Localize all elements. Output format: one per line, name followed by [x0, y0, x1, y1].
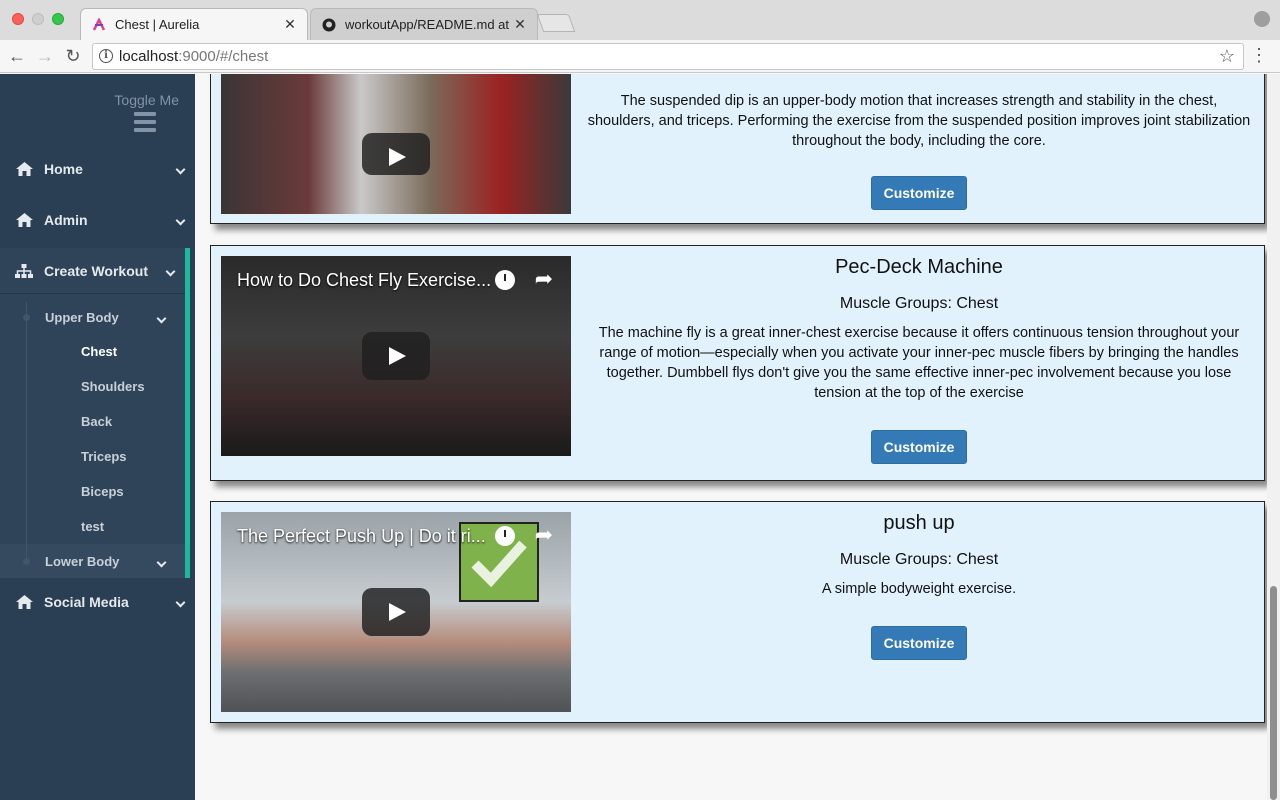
- chevron-down-icon: [156, 554, 167, 569]
- sidebar-subitem-shoulders[interactable]: Shoulders: [0, 369, 185, 404]
- exercise-video[interactable]: The Perfect Push Up | Do it ri... ➦: [221, 512, 571, 712]
- exercise-name: Pec-Deck Machine: [835, 256, 1003, 278]
- customize-button[interactable]: Customize: [870, 176, 968, 210]
- watch-later-icon[interactable]: [495, 526, 515, 546]
- video-title: The Perfect Push Up | Do it ri...: [237, 526, 486, 546]
- sidebar-subitem-triceps[interactable]: Triceps: [0, 439, 185, 474]
- sidebar-subitem-label: Shoulders: [81, 379, 145, 394]
- bookmark-star-icon[interactable]: ☆: [1219, 44, 1235, 69]
- exercise-content: push up Muscle Groups: Chest A simple bo…: [583, 502, 1255, 660]
- info-icon[interactable]: i: [99, 49, 113, 63]
- exercise-description: A simple bodyweight exercise.: [821, 581, 1017, 597]
- sidebar-item-label: Admin: [44, 212, 88, 228]
- sidebar-subitem-upper-body[interactable]: Upper Body: [0, 300, 185, 335]
- chevron-down-icon: [165, 595, 195, 609]
- exercise-description: The machine fly is a great inner-chest e…: [598, 325, 1240, 401]
- sidebar-item-home[interactable]: Home: [0, 144, 195, 194]
- exercise-video[interactable]: How to Do Chest Fly Exercise... ➦: [221, 256, 571, 456]
- exercise-video[interactable]: [221, 74, 571, 214]
- active-indicator-bar: [185, 248, 190, 578]
- close-tab-icon[interactable]: ✕: [513, 16, 527, 33]
- chevron-down-icon: [165, 213, 195, 227]
- muscle-groups: Muscle Groups: Chest: [839, 295, 999, 312]
- sidebar-item-label: Home: [44, 161, 83, 177]
- share-icon[interactable]: ➦: [535, 266, 553, 292]
- close-window-button[interactable]: [12, 13, 24, 25]
- back-arrow-icon[interactable]: ←: [6, 45, 28, 67]
- browser-tab-bar: Chest | Aurelia ✕ workoutApp/README.md a…: [0, 0, 1280, 40]
- tree-dot: [23, 314, 30, 321]
- watch-later-icon[interactable]: [495, 270, 515, 290]
- exercise-name: push up: [883, 512, 955, 534]
- sidebar-subitem-label: Lower Body: [45, 554, 120, 569]
- sidebar-subitem-label: Upper Body: [45, 310, 119, 325]
- sidebar-subitem-label: Triceps: [81, 449, 127, 464]
- sidebar-item-admin[interactable]: Admin: [0, 195, 195, 245]
- address-bar[interactable]: i localhost:9000/#/chest ☆: [92, 43, 1244, 70]
- sidebar: Toggle Me Home Admin Create Workout Uppe…: [0, 74, 195, 800]
- browser-menu-icon[interactable]: ⋮: [1250, 44, 1268, 66]
- sidebar-subitem-label: Biceps: [81, 484, 124, 499]
- minimize-window-button[interactable]: [32, 13, 44, 25]
- exercise-content: The suspended dip is an upper-body motio…: [583, 81, 1255, 210]
- chevron-down-icon: [165, 162, 195, 176]
- maximize-window-button[interactable]: [52, 13, 64, 25]
- tree-dot: [23, 558, 30, 565]
- customize-button[interactable]: Customize: [870, 430, 968, 464]
- tab-readme-github[interactable]: workoutApp/README.md at m ✕: [310, 8, 538, 40]
- sidebar-item-label: Social Media: [44, 594, 129, 610]
- hamburger-menu-icon[interactable]: [134, 112, 156, 136]
- play-button-icon[interactable]: [362, 588, 430, 636]
- exercise-content: Pec-Deck Machine Muscle Groups: Chest Th…: [583, 246, 1255, 464]
- exercise-description: The suspended dip is an upper-body motio…: [587, 93, 1251, 149]
- sitemap-icon: [15, 264, 33, 278]
- chevron-down-icon: [156, 310, 167, 325]
- sidebar-subitem-label: test: [81, 519, 105, 534]
- sidebar-subitem-chest[interactable]: Chest: [0, 334, 185, 369]
- muscle-groups: Muscle Groups: Chest: [839, 551, 999, 568]
- exercise-card: The suspended dip is an upper-body motio…: [210, 74, 1265, 224]
- video-title: How to Do Chest Fly Exercise...: [237, 270, 492, 290]
- close-tab-icon[interactable]: ✕: [283, 16, 297, 33]
- tab-chest-aurelia[interactable]: Chest | Aurelia ✕: [80, 8, 308, 40]
- browser-toolbar: ← → ↻ i localhost:9000/#/chest ☆ ⋮: [0, 40, 1280, 73]
- sidebar-item-create-workout[interactable]: Create Workout: [0, 246, 195, 296]
- sidebar-subitem-test[interactable]: test: [0, 509, 185, 544]
- new-tab-button[interactable]: [536, 14, 576, 32]
- sidebar-subitem-label: Back: [81, 414, 113, 429]
- url-host: localhost: [119, 48, 179, 65]
- customize-button[interactable]: Customize: [870, 626, 968, 660]
- share-icon[interactable]: ➦: [535, 522, 553, 548]
- toggle-me-label[interactable]: Toggle Me: [114, 92, 179, 108]
- forward-arrow-icon[interactable]: →: [34, 45, 56, 67]
- exercise-list: The suspended dip is an upper-body motio…: [195, 74, 1267, 800]
- home-icon: [15, 213, 33, 227]
- aurelia-icon: [91, 17, 107, 33]
- github-icon: [321, 17, 337, 33]
- chevron-down-icon: [155, 264, 185, 278]
- sidebar-subitem-biceps[interactable]: Biceps: [0, 474, 185, 509]
- url-path: :9000/#/chest: [178, 48, 269, 65]
- play-button-icon[interactable]: [362, 332, 430, 380]
- tab-title: Chest | Aurelia: [115, 17, 200, 32]
- exercise-card: How to Do Chest Fly Exercise... ➦ Pec-De…: [210, 245, 1265, 481]
- play-button-icon[interactable]: [362, 133, 430, 175]
- sidebar-subitem-back[interactable]: Back: [0, 404, 185, 439]
- sidebar-item-label: Create Workout: [44, 263, 148, 279]
- reload-icon[interactable]: ↻: [62, 45, 84, 67]
- home-icon: [15, 595, 33, 609]
- sidebar-subitem-label: Chest: [81, 344, 118, 359]
- tab-title: workoutApp/README.md at m: [345, 17, 513, 32]
- sidebar-item-social-media[interactable]: Social Media: [0, 577, 195, 627]
- home-icon: [15, 162, 33, 176]
- sidebar-subitem-lower-body[interactable]: Lower Body: [0, 544, 185, 579]
- profile-icon[interactable]: [1254, 11, 1270, 27]
- exercise-card: The Perfect Push Up | Do it ri... ➦ push…: [210, 501, 1265, 723]
- scrollbar-thumb[interactable]: [1270, 586, 1277, 800]
